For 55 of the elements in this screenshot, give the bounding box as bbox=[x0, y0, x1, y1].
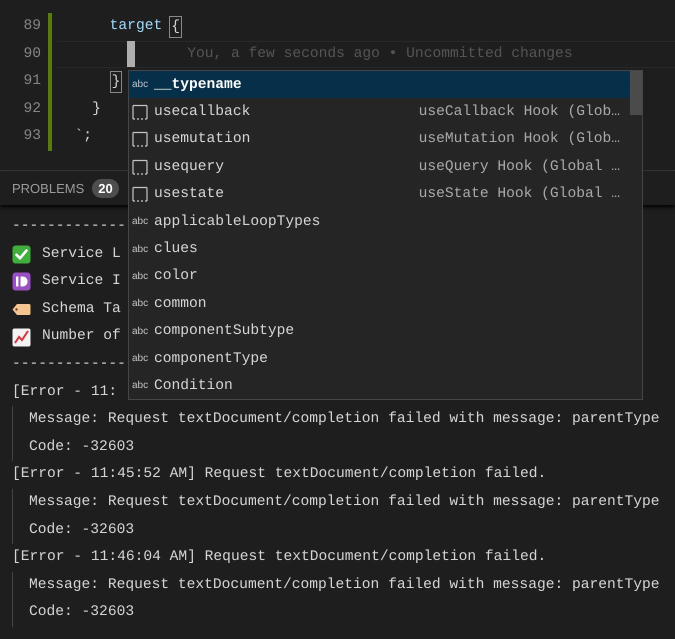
suggestion-item[interactable]: abc common bbox=[129, 290, 630, 318]
line-number: 93 bbox=[22, 127, 41, 146]
log-detail: Code: -32603 bbox=[29, 603, 134, 622]
line-number: 90 bbox=[22, 44, 41, 64]
word-icon: abc bbox=[132, 244, 154, 255]
line-number: 91 bbox=[22, 72, 41, 92]
log-detail: Message: Request textDocument/completion failed with message: parentType bbox=[29, 492, 660, 512]
suggestion-item[interactable]: abc Condition bbox=[129, 372, 630, 400]
suggestion-item[interactable]: abc applicableLoopTypes bbox=[129, 208, 630, 236]
line-number: 89 bbox=[22, 17, 41, 36]
log-detail: Message: Request textDocument/completion failed with message: parentType bbox=[29, 576, 660, 595]
suggestion-item[interactable]: abc color bbox=[129, 262, 630, 290]
log-error: [Error - 11: bbox=[12, 382, 118, 402]
word-icon: abc bbox=[132, 326, 154, 337]
matched-bracket: { bbox=[169, 16, 182, 38]
badge-icon bbox=[12, 272, 31, 292]
log-detail: Message: Request textDocument/completion failed with message: parentType bbox=[29, 410, 660, 430]
word-icon: abc bbox=[132, 216, 154, 228]
suggestion-item[interactable]: abc clues bbox=[129, 235, 630, 263]
word-icon: abc bbox=[132, 353, 154, 364]
suggestion-item[interactable]: abc componentSubtype bbox=[129, 318, 630, 345]
snippet-icon bbox=[132, 186, 148, 202]
word-icon: abc bbox=[132, 79, 154, 90]
scrollbar-thumb[interactable] bbox=[630, 71, 642, 115]
suggestion-item[interactable]: usestate useState Hook (Global … bbox=[129, 180, 630, 208]
check-icon bbox=[12, 244, 31, 264]
suggestion-item[interactable]: usecallback useCallback Hook (Glob… bbox=[129, 98, 630, 126]
code-text: } bbox=[92, 100, 101, 119]
panel-tab[interactable]: PROBLEMS bbox=[12, 180, 84, 196]
chart-icon bbox=[12, 328, 31, 347]
line-number: 92 bbox=[22, 100, 41, 119]
log-error: [Error - 11:45:52 AM] Request textDocument/completion failed. bbox=[12, 465, 546, 484]
log-text: Number of bbox=[42, 327, 121, 346]
count-badge: 20 bbox=[92, 178, 119, 198]
suggestion-item[interactable]: abc __typename bbox=[129, 71, 630, 98]
log-text: Schema Ta bbox=[42, 300, 121, 319]
suggestion-item[interactable]: usemutation useMutation Hook (Glob… bbox=[129, 126, 630, 154]
separator-text: ------------- bbox=[12, 354, 126, 374]
log-error: [Error - 11:46:04 AM] Request textDocument/completion failed. bbox=[12, 548, 546, 568]
snippet-icon bbox=[132, 104, 148, 120]
code-text: target bbox=[110, 17, 162, 36]
suggestion-item[interactable]: abc componentType bbox=[129, 344, 630, 372]
log-text: Service I bbox=[42, 272, 121, 292]
suggestion-item[interactable]: usequery useQuery Hook (Global … bbox=[129, 153, 630, 181]
matched-bracket: } bbox=[110, 70, 122, 93]
snippet-icon bbox=[132, 158, 148, 175]
separator-text: ------------- bbox=[12, 217, 126, 236]
log-detail: Code: -32603 bbox=[29, 520, 134, 540]
word-icon: abc bbox=[132, 380, 154, 392]
word-icon: abc bbox=[132, 270, 154, 282]
code-text: `; bbox=[74, 127, 92, 146]
log-text: Service L bbox=[42, 244, 121, 264]
snippet-icon bbox=[132, 131, 148, 148]
log-detail: Code: -32603 bbox=[29, 438, 134, 457]
word-icon: abc bbox=[132, 298, 154, 310]
